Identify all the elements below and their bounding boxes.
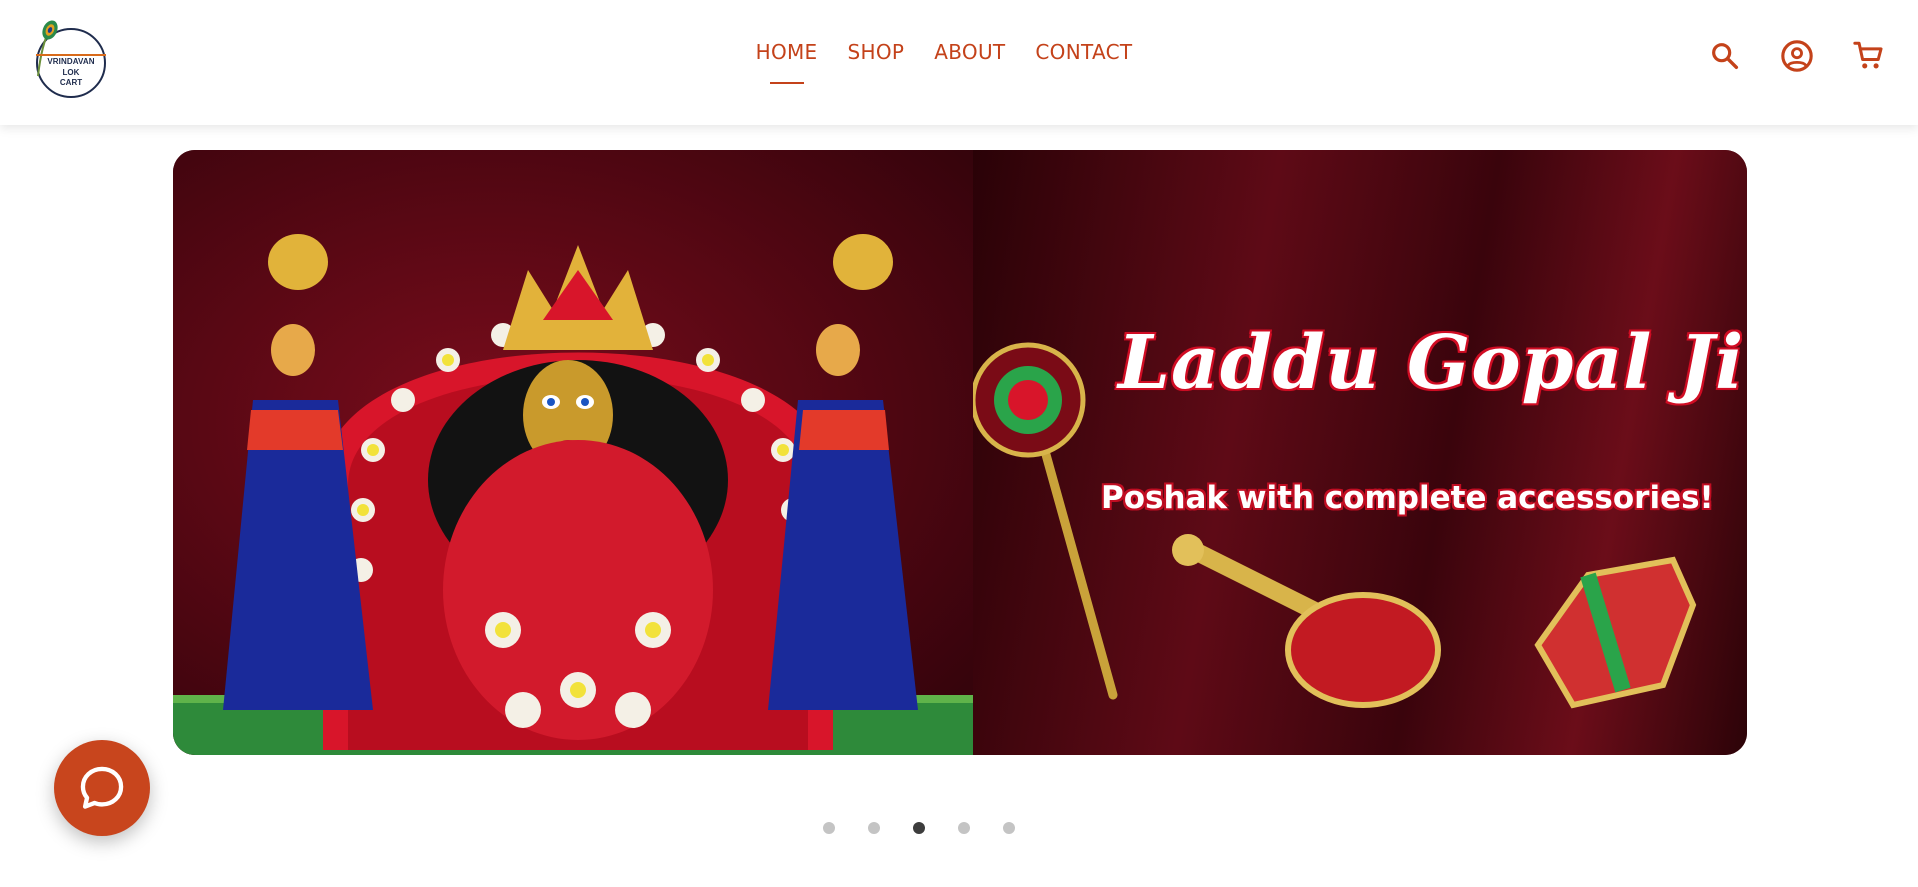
carousel-dot-4[interactable] bbox=[958, 822, 970, 834]
hero-banner[interactable]: Laddu Gopal Ji Poshak with complete acce… bbox=[173, 150, 1747, 755]
banner-subtitle: Poshak with complete accessories! bbox=[1101, 480, 1714, 516]
carousel-dot-3[interactable] bbox=[913, 822, 925, 834]
search-icon bbox=[1712, 43, 1739, 70]
banner-title: Laddu Gopal Ji bbox=[1118, 320, 1745, 406]
cart-icon bbox=[1853, 41, 1883, 69]
site-header: VRINDAVAN LOK CART HOME SHOP ABOUT CONTA… bbox=[0, 0, 1918, 125]
nav-home[interactable]: HOME bbox=[756, 40, 818, 84]
chat-button[interactable] bbox=[54, 740, 150, 836]
logo-text-line2: LOK bbox=[62, 68, 80, 77]
carousel-dot-1[interactable] bbox=[823, 822, 835, 834]
account-button[interactable] bbox=[1777, 36, 1817, 76]
nav-about[interactable]: ABOUT bbox=[934, 40, 1005, 64]
main-nav: HOME SHOP ABOUT CONTACT bbox=[0, 40, 1918, 84]
carousel-dot-5[interactable] bbox=[1003, 822, 1015, 834]
chat-bubble-icon bbox=[80, 766, 124, 809]
nav-shop[interactable]: SHOP bbox=[848, 40, 905, 64]
accessories-artwork-image bbox=[973, 342, 1697, 709]
deity-artwork-image bbox=[173, 234, 973, 755]
logo-text-line3: CART bbox=[59, 78, 83, 87]
account-icon bbox=[1781, 40, 1813, 72]
nav-contact[interactable]: CONTACT bbox=[1035, 40, 1132, 64]
carousel-dot-2[interactable] bbox=[868, 822, 880, 834]
cart-button[interactable] bbox=[1849, 36, 1889, 76]
carousel-dots bbox=[0, 822, 1918, 834]
search-button[interactable] bbox=[1705, 36, 1745, 76]
